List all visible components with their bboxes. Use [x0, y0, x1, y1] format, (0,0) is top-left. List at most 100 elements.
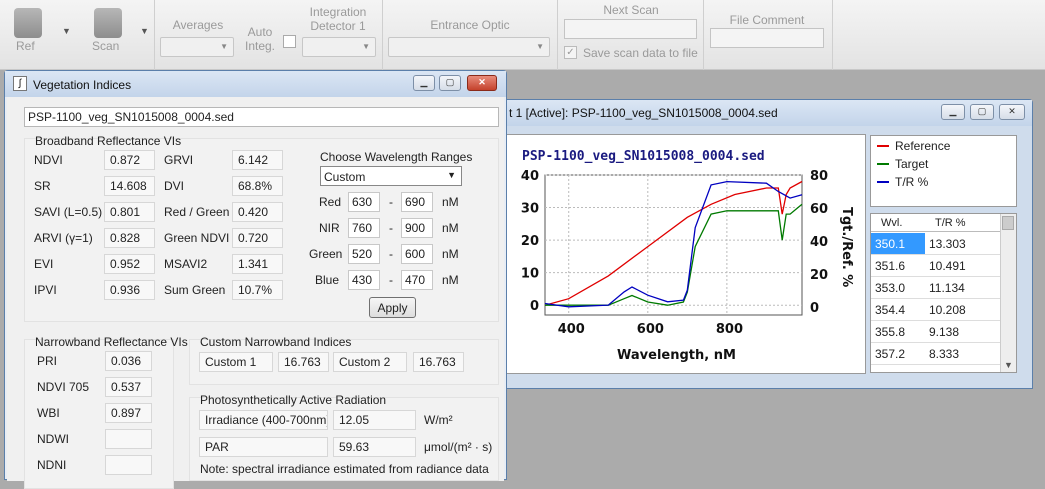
veg-window-title: Vegetation Indices [33, 78, 132, 92]
file-comment-input[interactable] [710, 28, 824, 48]
table-row[interactable]: 357.2 8.333 [871, 343, 1000, 365]
table-row[interactable]: 355.8 9.138 [871, 321, 1000, 343]
y-right-tick-label: 0 [810, 301, 819, 316]
save-scan-checkbox[interactable]: ✓ [564, 46, 577, 59]
ref-button[interactable]: Ref [10, 6, 50, 56]
scroll-down-icon[interactable]: ▼ [1004, 360, 1013, 370]
table-scrollbar[interactable]: ▼ [1000, 214, 1016, 372]
entrance-optic-select[interactable]: ▼ [388, 37, 550, 57]
table-cell-tr: 11.134 [929, 281, 965, 295]
vi-value: 6.142 [232, 150, 283, 170]
x-tick-label: 600 [637, 322, 664, 337]
minimize-icon[interactable]: ▁ [941, 104, 965, 120]
maximize-icon[interactable]: ▢ [439, 75, 461, 91]
x-axis-label: Wavelength, nM [617, 348, 736, 363]
y-left-tick-label: 0 [530, 299, 539, 314]
table-row[interactable]: 350.1 13.303 [871, 233, 1000, 255]
ref-dropdown-icon[interactable]: ▼ [62, 26, 71, 36]
veg-window-titlebar[interactable]: ∫ Vegetation Indices ▁ ▢ ✕ [5, 71, 506, 97]
y-left-tick-label: 20 [521, 234, 539, 249]
plot-window-titlebar[interactable]: t 1 [Active]: PSP-1100_veg_SN1015008_000… [501, 100, 1032, 126]
plot-window: t 1 [Active]: PSP-1100_veg_SN1015008_000… [500, 99, 1033, 389]
table-row[interactable]: 354.4 10.208 [871, 299, 1000, 321]
data-table[interactable]: Wvl. T/R % 350.1 13.303 351.6 10.491 353… [870, 213, 1017, 373]
table-header: Wvl. T/R % [871, 214, 1000, 232]
par-unit: μmol/(m² · s) [424, 440, 493, 454]
table-header-tr: T/R % [935, 217, 966, 229]
nb-value: 0.036 [105, 351, 152, 371]
close-icon[interactable]: ✕ [999, 104, 1025, 120]
irradiance-label: Irradiance (400-700nm) [199, 410, 328, 430]
veg-window-body: PSP-1100_veg_SN1015008_0004.sed Broadban… [7, 97, 504, 489]
range-to-input[interactable]: 600 [401, 244, 433, 264]
par-title: Photosynthetically Active Radiation [200, 393, 387, 407]
minimize-icon[interactable]: ▁ [413, 75, 435, 91]
table-row[interactable]: 351.6 10.491 [871, 255, 1000, 277]
range-from-input[interactable]: 760 [348, 218, 380, 238]
save-scan-label: Save scan data to file [583, 46, 698, 60]
file-comment-label: File Comment [729, 13, 805, 27]
legend: Reference Target T/R % [870, 135, 1017, 207]
range-unit: nM [442, 273, 459, 287]
scan-label: Scan [92, 39, 120, 53]
vi-label: Red / Green [164, 205, 230, 219]
table-row[interactable]: 353.0 11.134 [871, 277, 1000, 299]
range-from-input[interactable]: 520 [348, 244, 380, 264]
nb-value [105, 429, 152, 449]
legend-swatch-tr [877, 181, 889, 183]
custom-nb-title: Custom Narrowband Indices [200, 335, 352, 349]
plot-frame [544, 174, 803, 316]
auto-integ-checkbox[interactable] [283, 35, 296, 48]
range-from-input[interactable]: 430 [348, 270, 380, 290]
y-right-tick-label: 20 [810, 268, 828, 283]
maximize-icon[interactable]: ▢ [970, 104, 994, 120]
next-scan-input[interactable] [564, 19, 697, 39]
narrowband-panel: Narrowband Reflectance VIs PRI 0.036 NDV… [24, 335, 188, 489]
table-cell-wvl: 353.0 [875, 281, 906, 295]
vi-label: IPVI [34, 283, 57, 297]
series-line-t-r- [544, 180, 803, 308]
entrance-optic-label: Entrance Optic [430, 18, 510, 32]
vi-label: NDVI [34, 153, 63, 167]
range-from-input[interactable]: 630 [348, 192, 380, 212]
broadband-title: Broadband Reflectance VIs [35, 134, 182, 148]
narrowband-title: Narrowband Reflectance VIs [35, 335, 188, 349]
spectrum-chart[interactable]: PSP-1100_veg_SN1015008_0004.sed 400 600 80… [507, 135, 865, 373]
apply-button[interactable]: Apply [369, 297, 416, 318]
wavelength-range-select[interactable]: Custom ▼ [320, 166, 462, 186]
scan-dropdown-icon[interactable]: ▼ [140, 26, 149, 36]
vi-value: 0.420 [232, 202, 283, 222]
table-cell-tr: 8.333 [929, 347, 960, 361]
range-to-input[interactable]: 470 [401, 270, 433, 290]
broadband-panel: Broadband Reflectance VIs NDVI 0.872 GRV… [24, 134, 499, 322]
chart-area[interactable]: PSP-1100_veg_SN1015008_0004.sed 400 600 80… [506, 134, 866, 374]
table-cell-tr: 10.491 [929, 259, 966, 273]
vi-label: DVI [164, 179, 185, 193]
table-cell-wvl[interactable]: 350.1 [871, 233, 925, 254]
range-label: Blue [315, 273, 340, 287]
close-icon[interactable]: ✕ [467, 75, 497, 91]
chart-grid [544, 174, 803, 316]
legend-reference: Reference [895, 139, 951, 153]
range-unit: nM [442, 247, 459, 261]
vi-label: GRVI [164, 153, 194, 167]
range-label: Green [309, 247, 343, 261]
vi-value: 0.801 [104, 202, 155, 222]
nb-label: WBI [37, 406, 60, 420]
range-label: Red [319, 195, 342, 209]
range-to-input[interactable]: 900 [401, 218, 433, 238]
range-unit: nM [442, 195, 459, 209]
scrollbar-thumb[interactable] [1002, 216, 1014, 230]
integration-select[interactable]: ▼ [302, 37, 376, 57]
vi-value: 1.341 [232, 254, 283, 274]
vi-value: 0.936 [104, 280, 155, 300]
y-right-tick-label: 60 [810, 202, 828, 217]
table-body: 350.1 13.303 351.6 10.491 353.0 11.134 3… [871, 233, 1000, 365]
custom2-value: 16.763 [413, 352, 464, 372]
averages-select[interactable]: ▼ [160, 37, 234, 57]
vi-value: 68.8% [232, 176, 283, 196]
scan-button[interactable]: Scan [88, 6, 128, 56]
filename-field[interactable]: PSP-1100_veg_SN1015008_0004.sed [24, 107, 499, 127]
range-to-input[interactable]: 690 [401, 192, 433, 212]
table-cell-wvl: 351.6 [875, 259, 906, 273]
